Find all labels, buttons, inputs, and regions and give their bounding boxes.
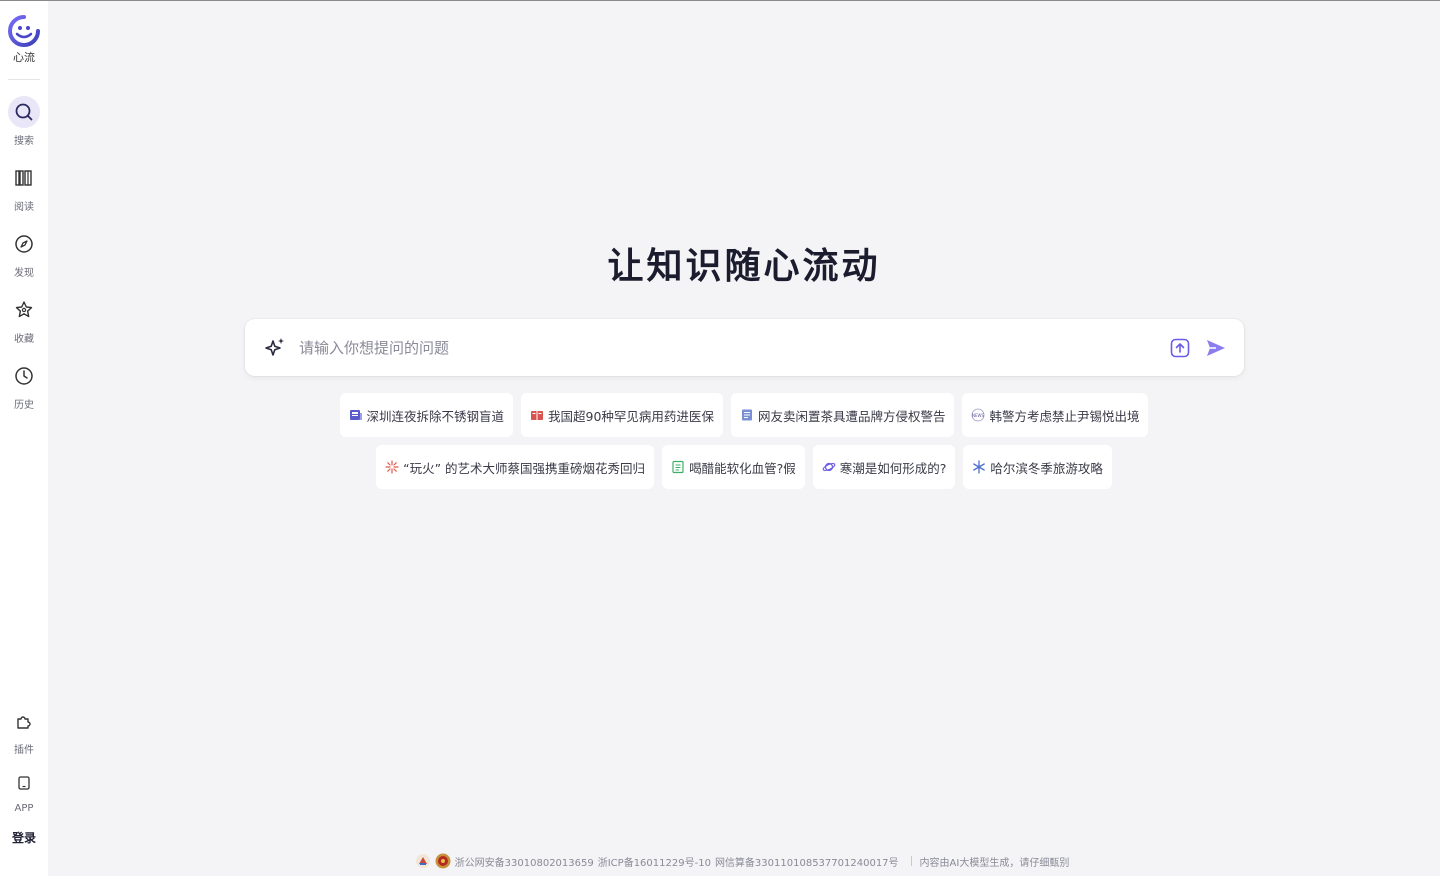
- suggestion-chip[interactable]: “玩火” 的艺术大师蔡国强携重磅烟花秀回归: [376, 445, 655, 489]
- sidebar-item-label: 发现: [14, 268, 34, 279]
- search-input[interactable]: [299, 338, 1158, 357]
- app-name: 心流: [13, 51, 35, 64]
- algo-record[interactable]: 网信算备330110108537701240017号: [715, 854, 899, 869]
- icp-record[interactable]: 浙ICP备16011229号-10: [598, 854, 711, 869]
- suggestion-row-2: “玩火” 的艺术大师蔡国强携重磅烟花秀回归 喝醋能软化血管?假 寒潮是如何形成的…: [48, 445, 1440, 489]
- svg-text:NEWS: NEWS: [972, 413, 984, 418]
- sidebar-item-label: 历史: [14, 400, 34, 411]
- upload-button[interactable]: [1166, 334, 1194, 362]
- sidebar: 心流 搜索 阅读 发现 收藏 历史 插件 APP 登录: [0, 1, 48, 876]
- police-badge-icon: [415, 854, 430, 868]
- sidebar-item-label: 阅读: [14, 202, 34, 213]
- sidebar-divider: [8, 79, 40, 80]
- login-button[interactable]: 登录: [12, 829, 36, 846]
- sidebar-item-read[interactable]: 阅读: [0, 162, 48, 228]
- compass-icon: [15, 235, 33, 253]
- puzzle-icon: [17, 716, 31, 729]
- suggestion-chip[interactable]: 寒潮是如何形成的?: [812, 445, 956, 489]
- app-logo[interactable]: 心流: [8, 15, 40, 65]
- news-badge-icon: NEWS: [971, 408, 985, 422]
- firework-icon: [385, 460, 399, 474]
- send-icon: [1207, 339, 1225, 356]
- upload-icon: [1170, 338, 1190, 357]
- search-box: [245, 319, 1244, 376]
- ai-disclaimer: 内容由AI大模型生成，请仔细甄别: [919, 857, 1070, 869]
- tablet-icon: [18, 776, 30, 790]
- sidebar-item-plugins[interactable]: 插件: [0, 705, 48, 767]
- sidebar-item-discover[interactable]: 发现: [0, 228, 48, 294]
- suggestion-chip[interactable]: 网友卖闲置茶具遭品牌方侵权警告: [730, 393, 955, 437]
- sidebar-item-app[interactable]: APP: [0, 767, 48, 829]
- sidebar-item-history[interactable]: 历史: [0, 360, 48, 426]
- suggestion-chip[interactable]: NEWS 韩警方考虑禁止尹锡悦出境: [962, 393, 1149, 437]
- sidebar-item-search[interactable]: 搜索: [0, 96, 48, 162]
- sidebar-item-label: 搜索: [14, 136, 34, 147]
- footer: 浙公网安备33010802013659 浙ICP备16011229号-10 网信…: [48, 853, 1440, 869]
- suggestion-chip[interactable]: 喝醋能软化血管?假: [662, 445, 805, 489]
- sidebar-item-label: 插件: [14, 745, 34, 756]
- newspaper-icon: [740, 408, 754, 422]
- suggestion-row-1: 深圳连夜拆除不锈钢盲道 我国超90种罕见病用药进医保 网友卖闲置茶具遭品牌方侵权…: [48, 393, 1440, 437]
- suggestion-chip[interactable]: 我国超90种罕见病用药进医保: [521, 393, 723, 437]
- search-icon: [15, 103, 33, 121]
- books-icon: [15, 170, 32, 186]
- book-icon: [530, 408, 544, 422]
- police-record[interactable]: 浙公网安备33010802013659: [455, 854, 594, 869]
- news-icon: [349, 408, 363, 422]
- sidebar-item-label: 收藏: [14, 334, 34, 345]
- planet-icon: [822, 460, 836, 474]
- footer-divider: [910, 856, 912, 866]
- send-button[interactable]: [1202, 334, 1230, 362]
- note-icon: [671, 460, 685, 474]
- snowflake-icon: [972, 460, 986, 474]
- star-icon: [15, 301, 33, 318]
- sidebar-item-favorites[interactable]: 收藏: [0, 294, 48, 360]
- clock-icon: [15, 367, 33, 385]
- sidebar-item-label: APP: [14, 803, 34, 814]
- suggestion-chip[interactable]: 哈尔滨冬季旅游攻略: [963, 445, 1112, 489]
- sparkle-icon: [265, 337, 284, 356]
- suggestion-chip[interactable]: 深圳连夜拆除不锈钢盲道: [339, 393, 514, 437]
- hero-title: 让知识随心流动: [607, 246, 881, 287]
- emblem-icon: [435, 853, 451, 869]
- logo-icon: [8, 15, 40, 47]
- main-content: 让知识随心流动 深圳连夜拆除不锈钢盲道 我国超90种罕见病用药进医保 网友卖闲置…: [48, 1, 1440, 876]
